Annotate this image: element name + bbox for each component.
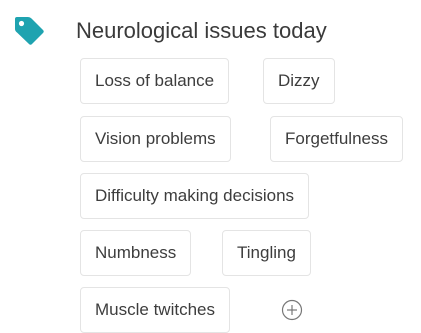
symptom-chip-tingling[interactable]: Tingling [222, 230, 311, 276]
symptom-chip-loss-of-balance[interactable]: Loss of balance [80, 58, 230, 104]
symptom-chip-muscle-twitches[interactable]: Muscle twitches [80, 287, 230, 333]
symptom-chip-forgetfulness[interactable]: Forgetfulness [270, 116, 403, 162]
add-circle-icon [281, 299, 303, 321]
symptom-chip-difficulty-making-decisions[interactable]: Difficulty making decisions [80, 173, 310, 219]
tag-icon [15, 17, 44, 45]
symptom-chip-dizzy[interactable]: Dizzy [263, 58, 335, 104]
symptom-chip-numbness[interactable]: Numbness [80, 230, 192, 276]
section-header [12, 15, 46, 47]
section-title: Neurological issues today [76, 18, 327, 43]
add-symptom-button[interactable] [280, 298, 304, 322]
symptom-chip-vision-problems[interactable]: Vision problems [80, 116, 231, 162]
